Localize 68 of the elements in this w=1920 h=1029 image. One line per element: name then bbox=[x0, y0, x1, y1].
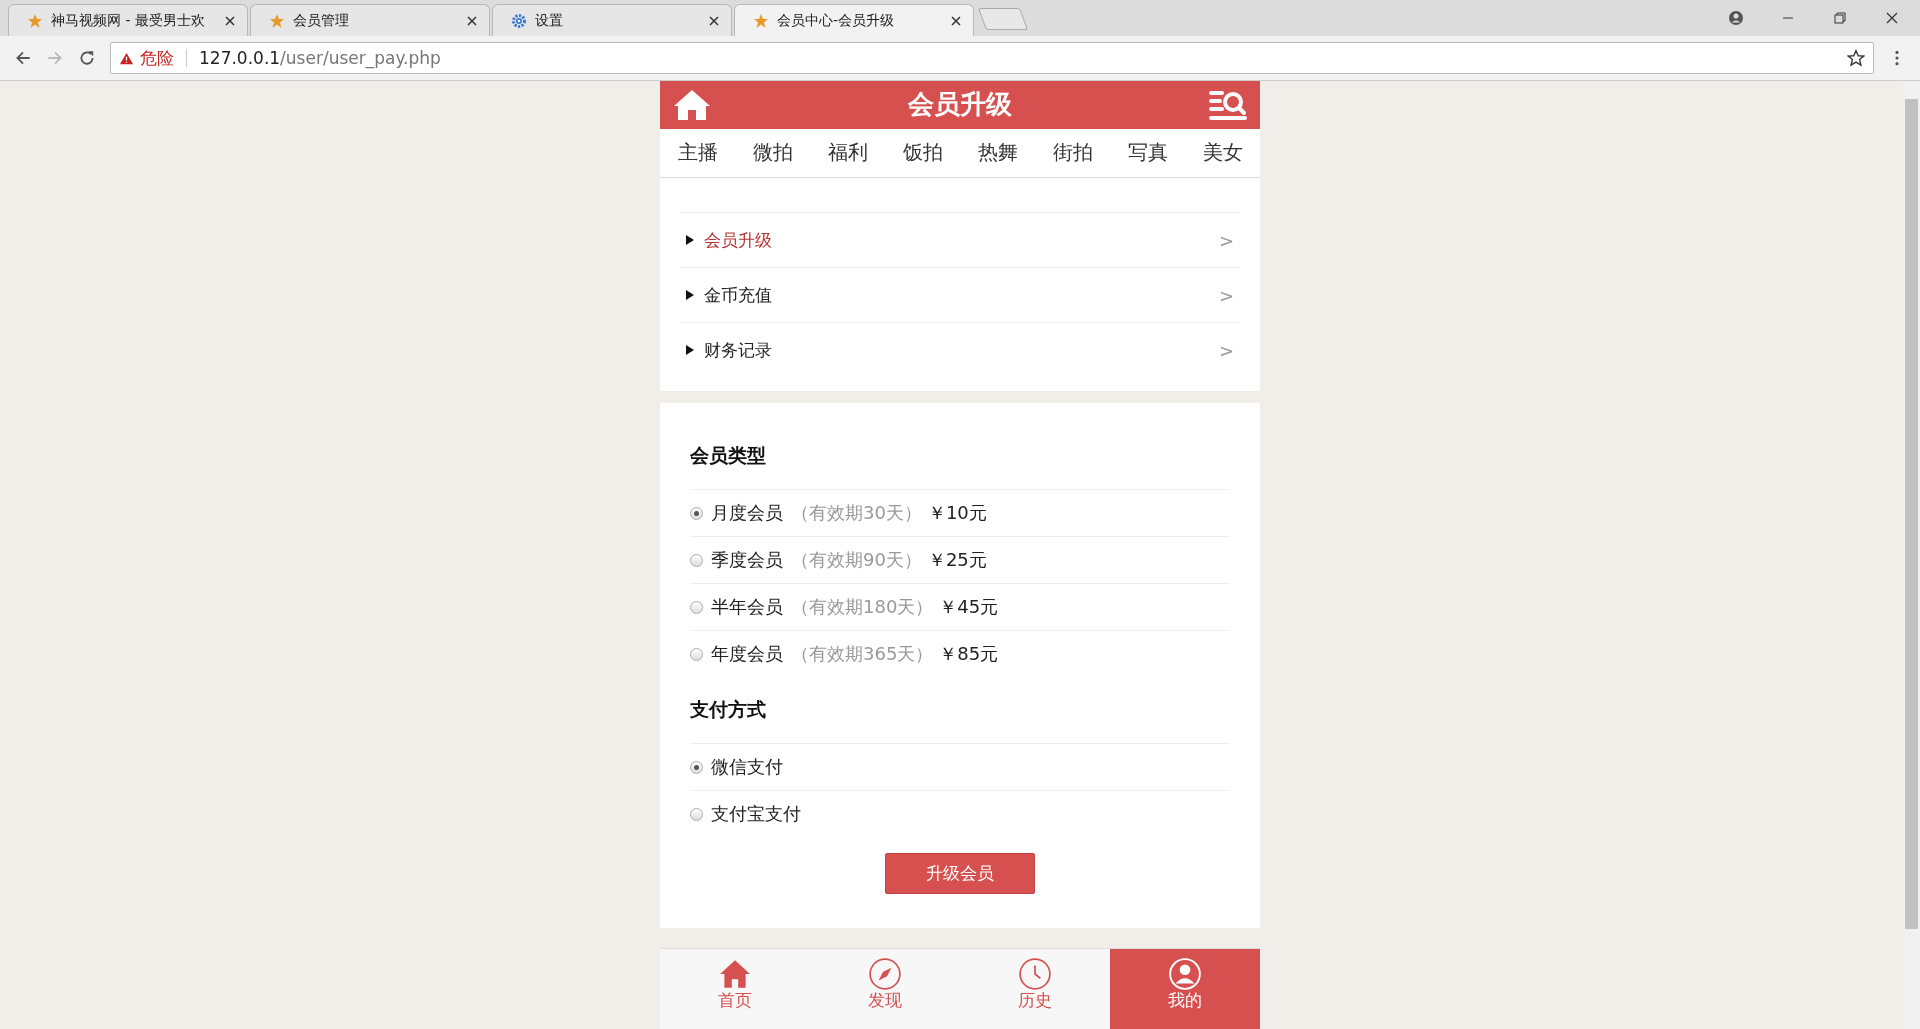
browser-tab[interactable]: 神马视频网 - 最受男士欢 bbox=[8, 4, 248, 36]
close-icon[interactable] bbox=[1884, 10, 1900, 26]
plan-validity: （有效期365天） bbox=[791, 642, 934, 666]
category-link[interactable]: 美女 bbox=[1202, 139, 1243, 167]
account-icon[interactable] bbox=[1728, 10, 1744, 26]
plan-name: 半年会员 bbox=[711, 595, 783, 619]
compass-icon bbox=[868, 957, 902, 991]
radio-button[interactable] bbox=[690, 647, 703, 661]
plan-price: ￥10元 bbox=[927, 501, 987, 525]
menu-item[interactable]: 财务记录 > bbox=[680, 322, 1240, 377]
upgrade-button[interactable]: 升级会员 bbox=[885, 853, 1035, 894]
bookmark-star-icon[interactable] bbox=[1847, 49, 1865, 67]
category-link[interactable]: 饭拍 bbox=[902, 139, 943, 167]
bottom-nav-item[interactable]: 历史 bbox=[960, 949, 1110, 1029]
payment-method: 支付宝支付 bbox=[711, 802, 801, 826]
category-link[interactable]: 街拍 bbox=[1052, 139, 1093, 167]
back-icon[interactable] bbox=[14, 49, 32, 67]
star-logo-icon bbox=[753, 12, 769, 29]
radio-button[interactable] bbox=[690, 760, 703, 774]
plan-price: ￥85元 bbox=[939, 642, 999, 666]
security-label: 危险 bbox=[140, 46, 174, 70]
scrollbar[interactable] bbox=[1903, 81, 1920, 1029]
category-link[interactable]: 主播 bbox=[677, 139, 718, 167]
radio-button[interactable] bbox=[690, 807, 703, 821]
close-icon[interactable] bbox=[951, 15, 961, 26]
menu-item[interactable]: 会员升级 > bbox=[680, 212, 1240, 267]
clock-icon bbox=[1018, 957, 1052, 991]
plan-name: 年度会员 bbox=[711, 642, 783, 666]
menu-item[interactable]: 金币充值 > bbox=[680, 267, 1240, 322]
close-icon[interactable] bbox=[225, 15, 235, 26]
star-logo-icon bbox=[269, 12, 285, 29]
triangle-icon bbox=[686, 235, 694, 245]
plan-validity: （有效期30天） bbox=[791, 501, 922, 525]
plan-price: ￥25元 bbox=[927, 548, 987, 572]
bottom-nav-item[interactable]: 首页 bbox=[660, 949, 810, 1029]
category-link[interactable]: 热舞 bbox=[977, 139, 1018, 167]
close-icon[interactable] bbox=[709, 15, 719, 26]
warning-icon bbox=[119, 50, 134, 66]
section-heading: 支付方式 bbox=[690, 697, 767, 722]
address-bar[interactable]: 危险 127.0.0.1/user/user_pay.php bbox=[110, 42, 1874, 74]
radio-button[interactable] bbox=[690, 600, 703, 614]
category-link[interactable]: 福利 bbox=[827, 139, 868, 167]
section-heading: 会员类型 bbox=[690, 443, 767, 468]
radio-button[interactable] bbox=[690, 553, 703, 567]
triangle-icon bbox=[686, 345, 694, 355]
bottom-nav-item[interactable]: 发现 bbox=[810, 949, 960, 1029]
url-text: 127.0.0.1/user/user_pay.php bbox=[199, 48, 442, 68]
plan-validity: （有效期90天） bbox=[791, 548, 922, 572]
payment-method: 微信支付 bbox=[711, 755, 783, 779]
plan-validity: （有效期180天） bbox=[791, 595, 934, 619]
bottom-nav-item[interactable]: 我的 bbox=[1110, 949, 1260, 1029]
plan-name: 季度会员 bbox=[711, 548, 783, 572]
radio-button[interactable] bbox=[690, 506, 703, 520]
browser-tab[interactable]: 会员管理 bbox=[250, 4, 490, 36]
category-link[interactable]: 微拍 bbox=[752, 139, 793, 167]
category-link[interactable]: 写真 bbox=[1127, 139, 1168, 167]
gear-icon bbox=[511, 12, 527, 29]
reload-icon[interactable] bbox=[78, 49, 96, 67]
star-logo-icon bbox=[27, 12, 43, 29]
user-icon bbox=[1168, 957, 1202, 991]
triangle-icon bbox=[686, 290, 694, 300]
restore-icon[interactable] bbox=[1832, 10, 1848, 26]
browser-tab[interactable]: 设置 bbox=[492, 4, 732, 36]
browser-tab[interactable]: 会员中心-会员升级 bbox=[734, 4, 974, 36]
close-icon[interactable] bbox=[467, 15, 477, 26]
plan-price: ￥45元 bbox=[939, 595, 999, 619]
plan-name: 月度会员 bbox=[711, 501, 783, 525]
page-title: 会员升级 bbox=[908, 88, 1012, 122]
